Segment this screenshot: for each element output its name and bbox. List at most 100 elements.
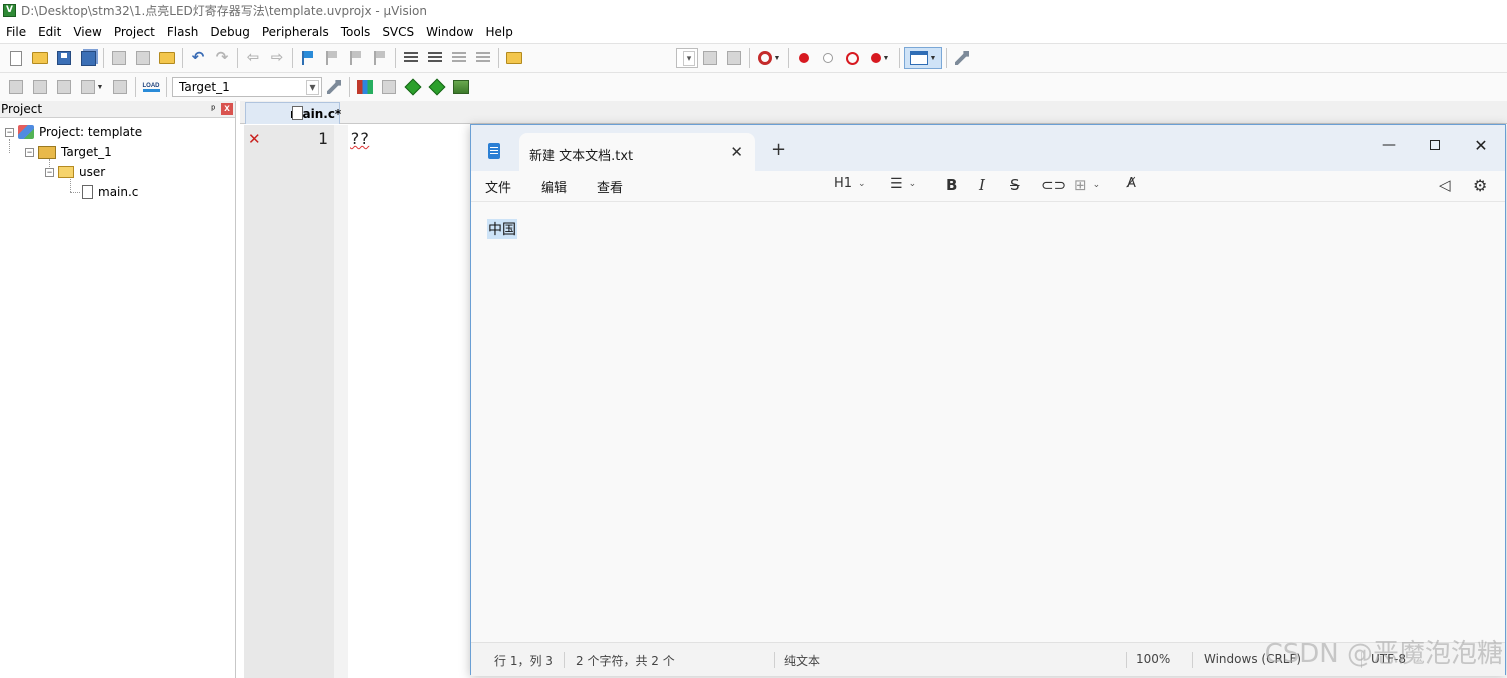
window-layout-button[interactable]: ▼	[904, 47, 942, 69]
find-combo[interactable]: ▾	[676, 48, 698, 68]
manage-project-items-button[interactable]	[354, 76, 376, 98]
tree-node-target[interactable]: − Target_1	[25, 142, 112, 162]
heading-dropdown[interactable]: H1 ⌄	[834, 176, 866, 191]
tree-node-project[interactable]: − Project: template	[5, 122, 142, 142]
kill-breakpoints-button[interactable]: ▼	[865, 47, 895, 69]
collapse-icon[interactable]: −	[45, 167, 54, 177]
bookmark-toggle-button[interactable]	[297, 47, 319, 69]
chevron-down-icon: ▾	[306, 79, 319, 95]
save-button[interactable]	[53, 47, 75, 69]
manage-rte-button[interactable]	[402, 76, 424, 98]
bold-button[interactable]: B	[946, 176, 957, 194]
text-format[interactable]: 纯文本	[784, 652, 820, 669]
enable-breakpoint-button[interactable]	[817, 47, 839, 69]
close-window-button[interactable]: ✕	[1466, 133, 1496, 157]
stop-build-button[interactable]	[109, 76, 131, 98]
toolbar-separator	[788, 48, 789, 68]
translate-button[interactable]	[5, 76, 27, 98]
tree-node-group[interactable]: − user	[45, 162, 105, 182]
target-select[interactable]: Target_1 ▾	[172, 77, 322, 97]
selected-text[interactable]: 中国	[487, 219, 517, 239]
italic-button[interactable]: I	[979, 176, 985, 194]
list-dropdown[interactable]: ☰ ⌄	[890, 176, 916, 192]
build-button[interactable]	[29, 76, 51, 98]
table-dropdown[interactable]: ⊞ ⌄	[1074, 176, 1100, 194]
pin-icon[interactable]: ᵖ	[211, 104, 215, 115]
collapse-icon[interactable]: −	[5, 127, 14, 137]
undo-button[interactable]: ↶	[187, 47, 209, 69]
close-panel-button[interactable]: x	[221, 103, 233, 115]
paste-button[interactable]	[156, 47, 178, 69]
menu-debug[interactable]: Debug	[204, 21, 255, 43]
menu-edit[interactable]: 编辑	[541, 177, 567, 196]
menu-view[interactable]: View	[67, 21, 107, 43]
caret-icon: ▼	[96, 83, 104, 91]
find-in-files-button[interactable]	[503, 47, 525, 69]
bookmark-clear-button[interactable]	[369, 47, 391, 69]
collapse-icon[interactable]: −	[25, 147, 34, 157]
find-button[interactable]	[699, 47, 721, 69]
incremental-find-button[interactable]	[723, 47, 745, 69]
menu-flash[interactable]: Flash	[161, 21, 204, 43]
toolbar-separator	[166, 77, 167, 97]
clear-format-button[interactable]: A̸	[1127, 176, 1136, 191]
debug-session-button[interactable]: ▼	[754, 47, 784, 69]
stop-build-icon	[113, 80, 127, 94]
bookmark-next-button[interactable]	[345, 47, 367, 69]
disable-breakpoints-button[interactable]	[841, 47, 863, 69]
nav-back-button[interactable]: ⇦	[242, 47, 264, 69]
menu-file[interactable]: File	[0, 21, 32, 43]
error-icon: ✕	[248, 130, 261, 148]
uncomment-button[interactable]	[472, 47, 494, 69]
rebuild-button[interactable]	[53, 76, 75, 98]
tab-main-c[interactable]: main.c*	[245, 102, 341, 124]
heading-level: H1	[834, 176, 853, 191]
minimize-button[interactable]: —	[1374, 133, 1404, 157]
code-line[interactable]: ??	[350, 129, 369, 148]
insert-breakpoint-button[interactable]	[793, 47, 815, 69]
copy-button[interactable]	[132, 47, 154, 69]
menu-view[interactable]: 查看	[597, 177, 623, 196]
settings-button[interactable]: ⚙	[1473, 176, 1487, 195]
run-time-env-button[interactable]	[450, 76, 472, 98]
save-all-button[interactable]	[77, 47, 99, 69]
comment-button[interactable]	[448, 47, 470, 69]
configure-button[interactable]	[951, 47, 973, 69]
maximize-button[interactable]	[1420, 133, 1450, 157]
download-button[interactable]: LOAD	[140, 76, 162, 98]
link-button[interactable]: ⊂⊃	[1041, 176, 1066, 194]
nav-forward-button[interactable]: ⇨	[266, 47, 288, 69]
target-options-button[interactable]	[323, 76, 345, 98]
tree-node-file[interactable]: main.c	[82, 182, 138, 202]
chevron-down-icon: ▾	[683, 50, 695, 66]
zoom-level[interactable]: 100%	[1136, 652, 1170, 666]
indent-button[interactable]	[400, 47, 422, 69]
new-tab-button[interactable]: +	[771, 139, 786, 160]
bookmark-prev-button[interactable]	[321, 47, 343, 69]
project-panel-title: Project	[1, 102, 43, 116]
select-packs-button[interactable]	[378, 76, 400, 98]
menu-file[interactable]: 文件	[485, 177, 511, 196]
strikethrough-button[interactable]: S	[1010, 176, 1020, 194]
open-file-button[interactable]	[29, 47, 51, 69]
menu-edit[interactable]: Edit	[32, 21, 67, 43]
pack-installer-button[interactable]	[426, 76, 448, 98]
notepad-tab[interactable]: 新建 文本文档.txt ✕	[519, 133, 755, 171]
menu-peripherals[interactable]: Peripherals	[256, 21, 335, 43]
cut-button[interactable]	[108, 47, 130, 69]
menu-svcs[interactable]: SVCS	[376, 21, 420, 43]
menu-tools[interactable]: Tools	[335, 21, 377, 43]
whats-new-button[interactable]: ◁	[1439, 176, 1451, 194]
new-file-button[interactable]	[5, 47, 27, 69]
notepad-text-area[interactable]: 中国	[471, 201, 1505, 642]
save-all-icon	[80, 50, 96, 66]
caret-icon: ▼	[773, 54, 781, 62]
menu-window[interactable]: Window	[420, 21, 479, 43]
target-select-value: Target_1	[179, 80, 230, 94]
tab-close-icon[interactable]: ✕	[730, 143, 743, 161]
menu-help[interactable]: Help	[479, 21, 518, 43]
unindent-button[interactable]	[424, 47, 446, 69]
redo-button[interactable]: ↷	[211, 47, 233, 69]
menu-project[interactable]: Project	[108, 21, 161, 43]
batch-build-button[interactable]: ▼	[77, 76, 107, 98]
